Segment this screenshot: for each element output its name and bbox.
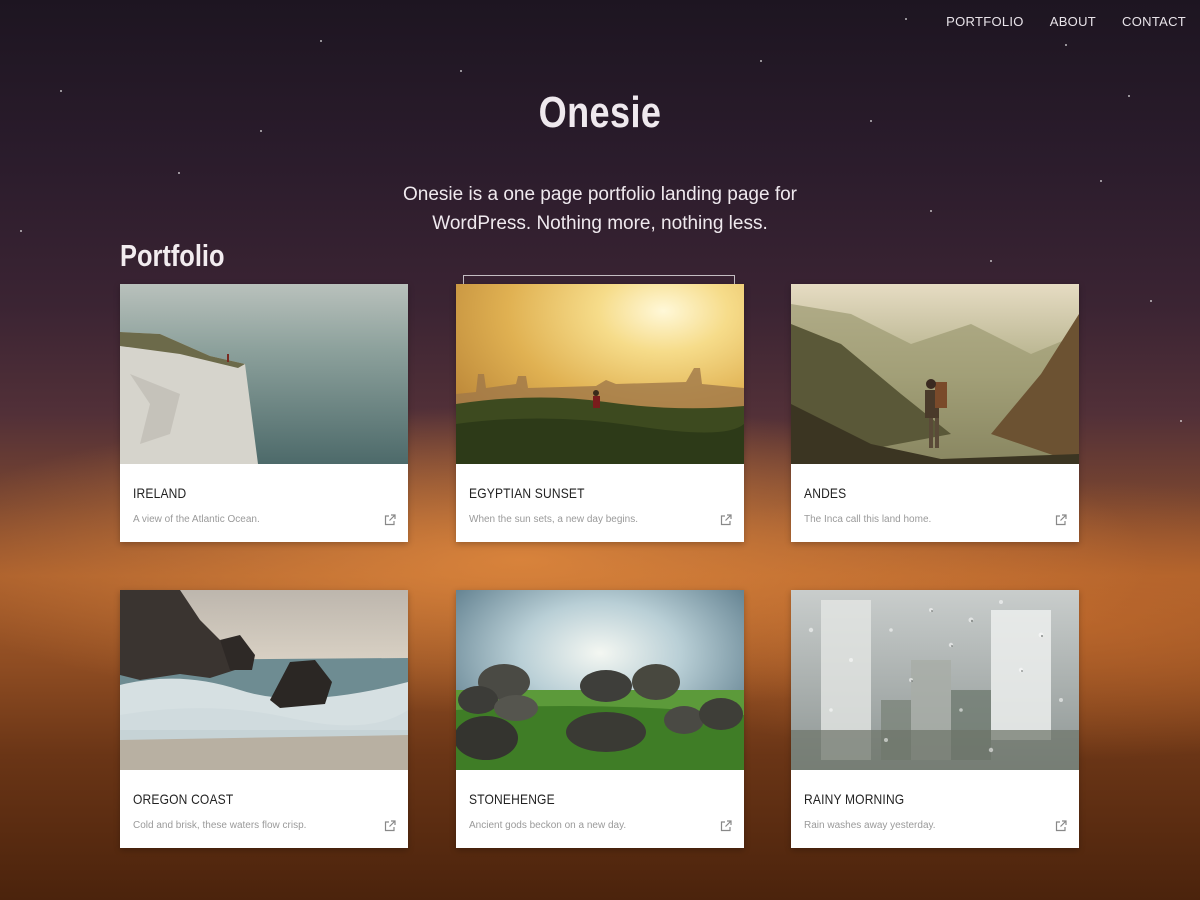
card-description: Cold and brisk, these waters flow crisp. bbox=[133, 820, 307, 831]
external-link-icon[interactable] bbox=[720, 514, 732, 526]
standing-stones-photo bbox=[456, 590, 744, 770]
card-description: Rain washes away yesterday. bbox=[804, 820, 936, 831]
nav-contact-link[interactable]: CONTACT bbox=[1122, 14, 1186, 29]
nav-portfolio-link[interactable]: PORTFOLIO bbox=[946, 14, 1024, 29]
external-link-icon[interactable] bbox=[384, 820, 396, 832]
portfolio-card-oregon-coast[interactable]: OREGON COAST Cold and brisk, these water… bbox=[120, 590, 408, 848]
portfolio-card-ireland[interactable]: IRELAND A view of the Atlantic Ocean. bbox=[120, 284, 408, 542]
card-title: RAINY MORNING bbox=[804, 791, 905, 807]
site-title: Onesie bbox=[538, 88, 662, 137]
site-tagline: Onesie is a one page portfolio landing p… bbox=[403, 184, 797, 234]
card-description: Ancient gods beckon on a new day. bbox=[469, 820, 627, 831]
card-title: EGYPTIAN SUNSET bbox=[469, 485, 585, 501]
sea-cliff-photo bbox=[120, 284, 408, 464]
rocky-coast-photo bbox=[120, 590, 408, 770]
card-description: The Inca call this land home. bbox=[804, 514, 932, 525]
portfolio-card-andes[interactable]: ANDES The Inca call this land home. bbox=[791, 284, 1079, 542]
sunset-city-photo bbox=[456, 284, 744, 464]
external-link-icon[interactable] bbox=[1055, 514, 1067, 526]
portfolio-heading: Portfolio bbox=[120, 238, 225, 273]
card-title: IRELAND bbox=[133, 485, 187, 501]
portfolio-card-rainy-morning[interactable]: RAINY MORNING Rain washes away yesterday… bbox=[791, 590, 1079, 848]
mountain-hiker-photo bbox=[791, 284, 1079, 464]
external-link-icon[interactable] bbox=[1055, 820, 1067, 832]
card-title: OREGON COAST bbox=[133, 791, 234, 807]
card-title: ANDES bbox=[804, 485, 847, 501]
card-description: A view of the Atlantic Ocean. bbox=[133, 514, 260, 525]
nav-about-link[interactable]: ABOUT bbox=[1050, 14, 1096, 29]
card-title: STONEHENGE bbox=[469, 791, 555, 807]
main-navigation: PORTFOLIO ABOUT CONTACT bbox=[946, 14, 1186, 29]
portfolio-card-egyptian-sunset[interactable]: EGYPTIAN SUNSET When the sun sets, a new… bbox=[456, 284, 744, 542]
external-link-icon[interactable] bbox=[720, 820, 732, 832]
portfolio-card-stonehenge[interactable]: STONEHENGE Ancient gods beckon on a new … bbox=[456, 590, 744, 848]
external-link-icon[interactable] bbox=[384, 514, 396, 526]
rainy-window-photo bbox=[791, 590, 1079, 770]
card-description: When the sun sets, a new day begins. bbox=[469, 514, 638, 525]
